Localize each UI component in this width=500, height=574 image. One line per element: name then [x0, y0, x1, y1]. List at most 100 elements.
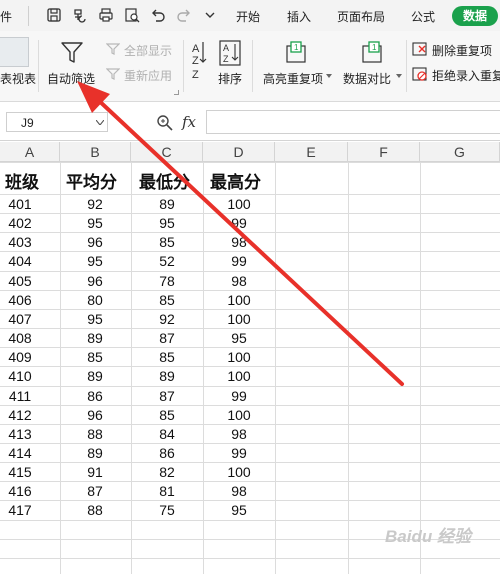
data-compare-button[interactable]: 数据对比	[343, 70, 391, 87]
column-header-c[interactable]: C	[131, 142, 203, 162]
redo-icon[interactable]	[176, 7, 192, 23]
table-cell-class[interactable]: 416	[0, 483, 40, 499]
table-cell-average[interactable]: 95	[75, 215, 115, 231]
print-icon[interactable]	[98, 7, 114, 23]
sort-button[interactable]: 排序	[218, 70, 242, 87]
table-cell-average[interactable]: 87	[75, 483, 115, 499]
table-cell-max[interactable]: 99	[219, 445, 259, 461]
table-cell-average[interactable]: 80	[75, 292, 115, 308]
table-cell-max[interactable]: 98	[219, 273, 259, 289]
table-cell-class[interactable]: 410	[0, 368, 40, 384]
table-cell-average[interactable]: 96	[75, 407, 115, 423]
column-header-a[interactable]: A	[0, 142, 60, 162]
table-cell-max[interactable]: 98	[219, 234, 259, 250]
tab-insert[interactable]: 插入	[287, 8, 311, 25]
column-header-f[interactable]: F	[348, 142, 420, 162]
print-preview-icon[interactable]	[124, 7, 140, 23]
table-cell-class[interactable]: 415	[0, 464, 40, 480]
table-cell-min[interactable]: 85	[147, 407, 187, 423]
table-cell-class[interactable]: 401	[0, 196, 40, 212]
table-cell-min[interactable]: 87	[147, 388, 187, 404]
auto-filter-button[interactable]: 自动筛选	[47, 70, 95, 87]
table-cell-min[interactable]: 81	[147, 483, 187, 499]
table-cell-max[interactable]: 100	[219, 196, 259, 212]
file-menu-fragment[interactable]: 件	[0, 8, 12, 25]
table-cell-max[interactable]: 95	[219, 330, 259, 346]
formula-input[interactable]	[206, 110, 500, 134]
table-cell-min[interactable]: 85	[147, 292, 187, 308]
table-cell-class[interactable]: 404	[0, 253, 40, 269]
column-header-g[interactable]: G	[420, 142, 500, 162]
name-box[interactable]: J9	[6, 112, 108, 132]
table-cell-average[interactable]: 91	[75, 464, 115, 480]
table-cell-max[interactable]: 100	[219, 368, 259, 384]
table-cell-average[interactable]: 88	[75, 426, 115, 442]
table-cell-max[interactable]: 100	[219, 349, 259, 365]
highlight-duplicates-icon[interactable]: 1	[284, 40, 310, 66]
table-cell-class[interactable]: 409	[0, 349, 40, 365]
export-icon[interactable]	[72, 7, 88, 23]
tab-data[interactable]: 数据	[452, 6, 498, 26]
table-cell-class[interactable]: 402	[0, 215, 40, 231]
pivot-table-icon[interactable]	[0, 37, 29, 67]
table-cell-max[interactable]: 100	[219, 292, 259, 308]
filter-icon[interactable]	[60, 40, 84, 66]
table-cell-average[interactable]: 89	[75, 330, 115, 346]
tab-home[interactable]: 开始	[236, 8, 260, 25]
table-cell-min[interactable]: 86	[147, 445, 187, 461]
table-cell-class[interactable]: 417	[0, 502, 40, 518]
table-cell-average[interactable]: 96	[75, 273, 115, 289]
table-cell-max[interactable]: 99	[219, 388, 259, 404]
highlight-duplicates-button[interactable]: 高亮重复项	[263, 70, 323, 87]
zoom-search-icon[interactable]	[156, 114, 173, 131]
chevron-down-icon[interactable]	[202, 7, 218, 23]
reapply-button[interactable]: 重新应用	[124, 67, 172, 84]
table-cell-average[interactable]: 95	[75, 253, 115, 269]
data-compare-icon[interactable]: 1	[360, 40, 386, 66]
table-cell-min[interactable]: 95	[147, 215, 187, 231]
table-cell-class[interactable]: 405	[0, 273, 40, 289]
fx-icon[interactable]: fx	[182, 113, 196, 131]
save-icon[interactable]	[46, 7, 62, 23]
pivot-table-label[interactable]: 表视表	[0, 70, 36, 87]
table-cell-max[interactable]: 95	[219, 502, 259, 518]
table-cell-class[interactable]: 411	[0, 388, 40, 404]
table-cell-average[interactable]: 86	[75, 388, 115, 404]
show-all-button[interactable]: 全部显示	[124, 42, 172, 59]
table-cell-class[interactable]: 412	[0, 407, 40, 423]
table-cell-min[interactable]: 92	[147, 311, 187, 327]
table-cell-max[interactable]: 100	[219, 464, 259, 480]
table-cell-class[interactable]: 408	[0, 330, 40, 346]
table-cell-max[interactable]: 99	[219, 253, 259, 269]
table-cell-average[interactable]: 88	[75, 502, 115, 518]
table-cell-min[interactable]: 89	[147, 196, 187, 212]
chevron-down-icon[interactable]	[396, 74, 402, 78]
tab-page-layout[interactable]: 页面布局	[337, 8, 385, 25]
table-cell-average[interactable]: 89	[75, 445, 115, 461]
table-cell-class[interactable]: 413	[0, 426, 40, 442]
table-cell-class[interactable]: 407	[0, 311, 40, 327]
undo-icon[interactable]	[150, 7, 166, 23]
table-cell-min[interactable]: 75	[147, 502, 187, 518]
table-cell-average[interactable]: 85	[75, 349, 115, 365]
chevron-down-icon[interactable]	[96, 120, 104, 125]
table-cell-min[interactable]: 85	[147, 349, 187, 365]
table-cell-average[interactable]: 96	[75, 234, 115, 250]
table-cell-min[interactable]: 82	[147, 464, 187, 480]
group-expand-icon[interactable]	[174, 90, 179, 95]
column-header-b[interactable]: B	[60, 142, 131, 162]
table-cell-max[interactable]: 100	[219, 311, 259, 327]
column-header-e[interactable]: E	[275, 142, 348, 162]
table-cell-average[interactable]: 95	[75, 311, 115, 327]
chevron-down-icon[interactable]	[326, 74, 332, 78]
table-cell-max[interactable]: 98	[219, 483, 259, 499]
reject-duplicates-button[interactable]: 拒绝录入重复	[432, 67, 500, 84]
table-cell-class[interactable]: 403	[0, 234, 40, 250]
column-header-d[interactable]: D	[203, 142, 275, 162]
table-cell-min[interactable]: 52	[147, 253, 187, 269]
sort-icon[interactable]: AZ	[219, 40, 241, 66]
table-cell-average[interactable]: 89	[75, 368, 115, 384]
table-cell-min[interactable]: 89	[147, 368, 187, 384]
table-cell-class[interactable]: 414	[0, 445, 40, 461]
table-cell-min[interactable]: 87	[147, 330, 187, 346]
